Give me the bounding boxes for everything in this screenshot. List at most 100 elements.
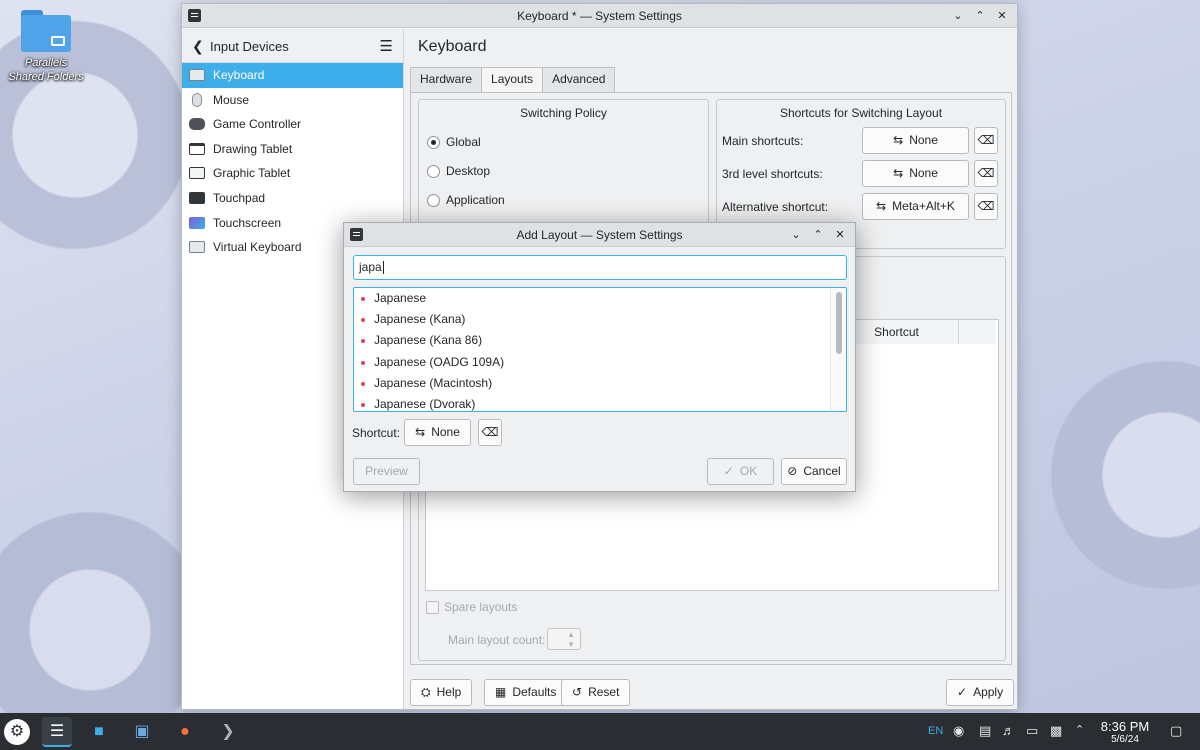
add-layout-dialog: Add Layout — System Settings ⌄ ⌃ ✕ japa … [343, 222, 856, 492]
touchscreen-icon [189, 216, 205, 229]
maximize-icon[interactable]: ⌃ [971, 7, 989, 25]
maximize-icon[interactable]: ⌃ [809, 226, 827, 244]
alternative-shortcut-button[interactable]: ⇆ Meta+Alt+K [862, 193, 969, 220]
updates-icon[interactable]: ◉ [953, 723, 964, 739]
sidebar-item-graphic-tablet[interactable]: Graphic Tablet [182, 161, 403, 186]
sidebar-item-game-controller[interactable]: Game Controller [182, 112, 403, 137]
radio-button[interactable] [427, 165, 440, 178]
shortcut-value: None [431, 425, 460, 439]
sidebar-item-drawing-tablet[interactable]: Drawing Tablet [182, 137, 403, 162]
list-item[interactable]: Japanese (Dvorak) [354, 394, 846, 411]
graphic-tablet-icon [189, 167, 205, 180]
switching-shortcuts-title: Shortcuts for Switching Layout [779, 106, 943, 120]
tab-advanced[interactable]: Advanced [542, 67, 616, 92]
window-titlebar[interactable]: Keyboard * — System Settings ⌄ ⌃ ✕ [182, 4, 1017, 28]
radio-button[interactable] [427, 194, 440, 207]
list-item[interactable]: Japanese (Kana) [354, 309, 846, 330]
clear-alternative-shortcut-icon[interactable]: ⌫ [974, 193, 998, 220]
firefox-icon[interactable]: ● [170, 717, 200, 747]
mouse-icon [192, 92, 202, 107]
clear-third-level-shortcut-icon[interactable]: ⌫ [974, 160, 998, 187]
application-launcher-icon[interactable]: ⚙ [4, 719, 30, 745]
cancel-icon: ⊘ [787, 464, 798, 478]
file-manager-icon[interactable]: ▣ [127, 717, 157, 747]
list-item[interactable]: Japanese [354, 288, 846, 309]
discover-store-icon[interactable]: ■ [84, 717, 114, 747]
defaults-button[interactable]: ▦ Defaults [484, 679, 568, 706]
minimize-icon[interactable]: ⌄ [787, 226, 805, 244]
terminal-icon[interactable]: ❯ [213, 717, 243, 747]
clock-time: 8:36 PM [1100, 719, 1150, 734]
radio-global[interactable]: Global [427, 133, 481, 151]
dialog-titlebar[interactable]: Add Layout — System Settings ⌄ ⌃ ✕ [344, 223, 855, 247]
close-icon[interactable]: ✕ [831, 226, 849, 244]
switching-policy-title: Switching Policy [520, 106, 607, 120]
radio-label: Desktop [446, 164, 491, 178]
system-settings-task-icon[interactable]: ☰ [42, 717, 72, 747]
defaults-icon: ▦ [495, 685, 507, 699]
radio-button-checked[interactable] [427, 136, 440, 149]
apply-button-label: Apply [973, 685, 1004, 699]
alternative-shortcut-row: Alternative shortcut: ⇆ Meta+Alt+K ⌫ [722, 193, 998, 221]
tab-hardware[interactable]: Hardware [410, 67, 483, 92]
volume-icon[interactable]: ♬ [1002, 723, 1015, 738]
cancel-button[interactable]: ⊘ Cancel [781, 458, 847, 485]
radio-label: Global [446, 135, 481, 149]
help-button-label: Help [436, 685, 462, 699]
shortcut-value: None [909, 166, 938, 180]
sidebar-item-label: Touchscreen [213, 215, 282, 230]
show-desktop-icon[interactable]: ▢ [1170, 723, 1182, 739]
defaults-button-label: Defaults [512, 685, 557, 699]
network-icon[interactable]: ▩ [1050, 723, 1062, 739]
taskbar: ⚙ ☰ ■ ▣ ● ❯ EN ◉ ▤ ♬ ▭ ▩ ⌃ 8:36 PM 5/6/2… [0, 713, 1200, 750]
third-level-shortcuts-button[interactable]: ⇆ None [862, 160, 969, 187]
sidebar-item-touchpad[interactable]: Touchpad [182, 186, 403, 211]
clock[interactable]: 8:36 PM 5/6/24 [1096, 719, 1154, 746]
expand-tray-icon[interactable]: ⌃ [1075, 723, 1084, 736]
list-scrollbar[interactable] [830, 288, 846, 411]
sidebar-header-label: Input Devices [210, 39, 289, 54]
desktop-folder-shared[interactable]: Parallels Shared Folders [6, 10, 86, 84]
tablet-icon [189, 142, 205, 155]
keyboard-layout-indicator[interactable]: EN [928, 725, 943, 737]
reset-button[interactable]: ↺ Reset [561, 679, 631, 706]
list-item[interactable]: Japanese (OADG 109A) [354, 352, 846, 373]
shortcut-value: Meta+Alt+K [892, 199, 955, 213]
scrollbar-thumb[interactable] [836, 292, 842, 354]
spare-layouts-checkbox[interactable] [426, 601, 439, 614]
sidebar-item-keyboard[interactable]: Keyboard [182, 63, 403, 88]
layout-results-list[interactable]: Japanese Japanese (Kana) Japanese (Kana … [353, 287, 847, 412]
column-header-empty [958, 320, 996, 344]
battery-icon[interactable]: ▭ [1026, 723, 1038, 739]
sidebar-header: ❮ Input Devices ☰ [182, 29, 403, 63]
main-layout-count-spinbox[interactable]: ▲ ▼ [547, 628, 581, 650]
layout-search-input[interactable]: japa [353, 255, 847, 280]
list-item[interactable]: Japanese (Kana 86) [354, 330, 846, 351]
ok-button[interactable]: ✓ OK [707, 458, 774, 485]
tab-bar: Hardware Layouts Advanced [410, 67, 616, 93]
clear-dialog-shortcut-icon[interactable]: ⌫ [478, 419, 502, 446]
preview-button-label: Preview [365, 464, 408, 478]
list-item[interactable]: Japanese (Macintosh) [354, 373, 846, 394]
radio-desktop[interactable]: Desktop [427, 162, 490, 180]
preview-button[interactable]: Preview [353, 458, 420, 485]
apply-button[interactable]: ✓ Apply [946, 679, 1015, 706]
tab-layouts[interactable]: Layouts [481, 67, 544, 93]
wallpaper-gear [1020, 330, 1200, 620]
clear-main-shortcut-icon[interactable]: ⌫ [974, 127, 998, 154]
close-icon[interactable]: ✕ [993, 7, 1011, 25]
clipboard-icon[interactable]: ▤ [979, 723, 991, 739]
sidebar-item-mouse[interactable]: Mouse [182, 88, 403, 113]
sidebar-item-label: Virtual Keyboard [213, 240, 302, 255]
keyboard-icon [189, 69, 205, 81]
main-shortcuts-row: Main shortcuts: ⇆ None ⌫ [722, 127, 998, 155]
hamburger-menu-icon[interactable]: ☰ [380, 37, 393, 55]
radio-application[interactable]: Application [427, 191, 505, 209]
main-shortcuts-button[interactable]: ⇆ None [862, 127, 969, 154]
back-arrow-icon[interactable]: ❮ [192, 38, 204, 55]
help-button[interactable]: ⛭ Help [410, 679, 473, 706]
virtual-keyboard-icon [189, 241, 205, 254]
dialog-shortcut-button[interactable]: ⇆ None [404, 419, 471, 446]
minimize-icon[interactable]: ⌄ [949, 7, 967, 25]
sidebar-item-label: Game Controller [213, 117, 302, 132]
